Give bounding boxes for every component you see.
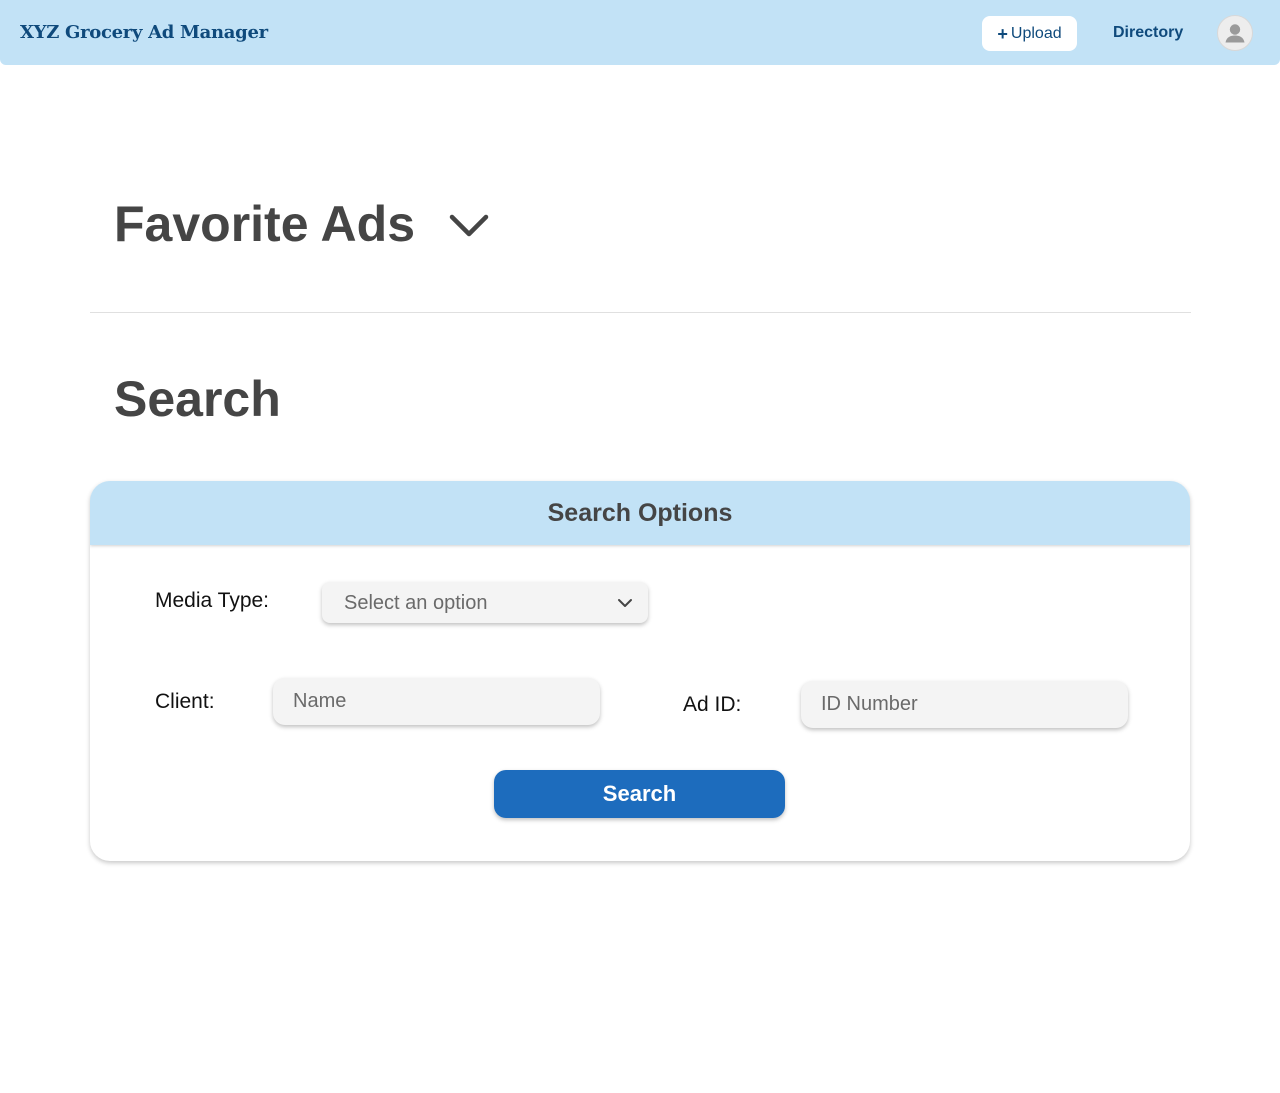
search-title: Search	[114, 371, 281, 427]
ad-id-input[interactable]	[801, 681, 1128, 728]
search-button[interactable]: Search	[494, 770, 785, 818]
client-name-input[interactable]	[273, 678, 600, 725]
upload-button-label: Upload	[1010, 24, 1062, 42]
media-type-label: Media Type:	[155, 589, 270, 612]
client-label: Client:	[155, 690, 215, 713]
media-type-value: Select an option	[344, 592, 488, 614]
chevron-down-icon	[618, 599, 632, 607]
app-brand[interactable]: XYZ Grocery Ad Manager	[20, 20, 268, 46]
favorite-ads-title: Favorite Ads	[114, 196, 416, 252]
chevron-down-icon	[449, 214, 489, 237]
section-divider	[90, 312, 1191, 313]
upload-button[interactable]: + Upload	[982, 16, 1077, 51]
directory-link[interactable]: Directory	[1113, 22, 1183, 44]
search-options-header: Search Options	[90, 481, 1190, 545]
ad-id-label: Ad ID:	[683, 693, 742, 716]
top-navbar: XYZ Grocery Ad Manager + Upload Director…	[0, 0, 1280, 65]
search-options-title: Search Options	[547, 498, 733, 527]
user-avatar[interactable]	[1217, 15, 1253, 51]
search-options-card: Search Options Media Type: Select an opt…	[90, 481, 1190, 861]
favorite-ads-toggle[interactable]	[446, 206, 492, 246]
plus-icon: +	[997, 23, 1008, 44]
media-type-select[interactable]: Select an option	[322, 582, 648, 623]
user-icon	[1225, 24, 1245, 43]
